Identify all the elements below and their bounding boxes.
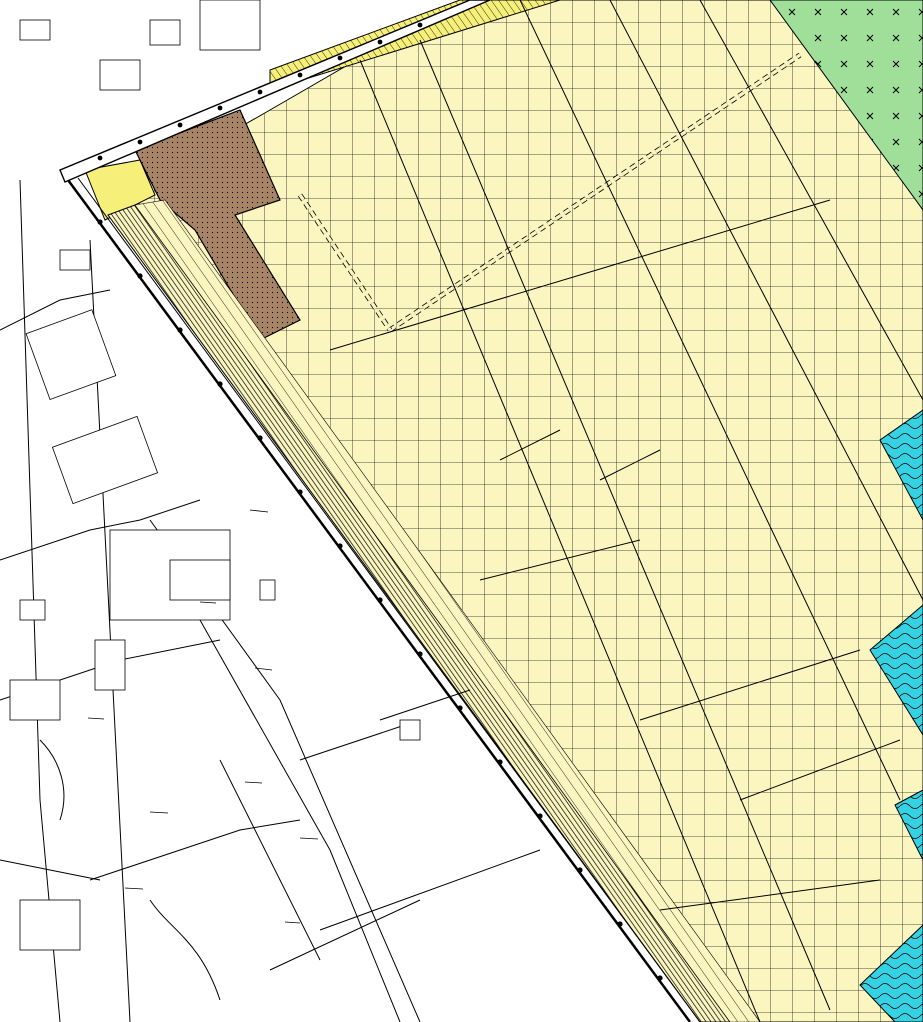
zoning-map[interactable]	[0, 0, 923, 1022]
